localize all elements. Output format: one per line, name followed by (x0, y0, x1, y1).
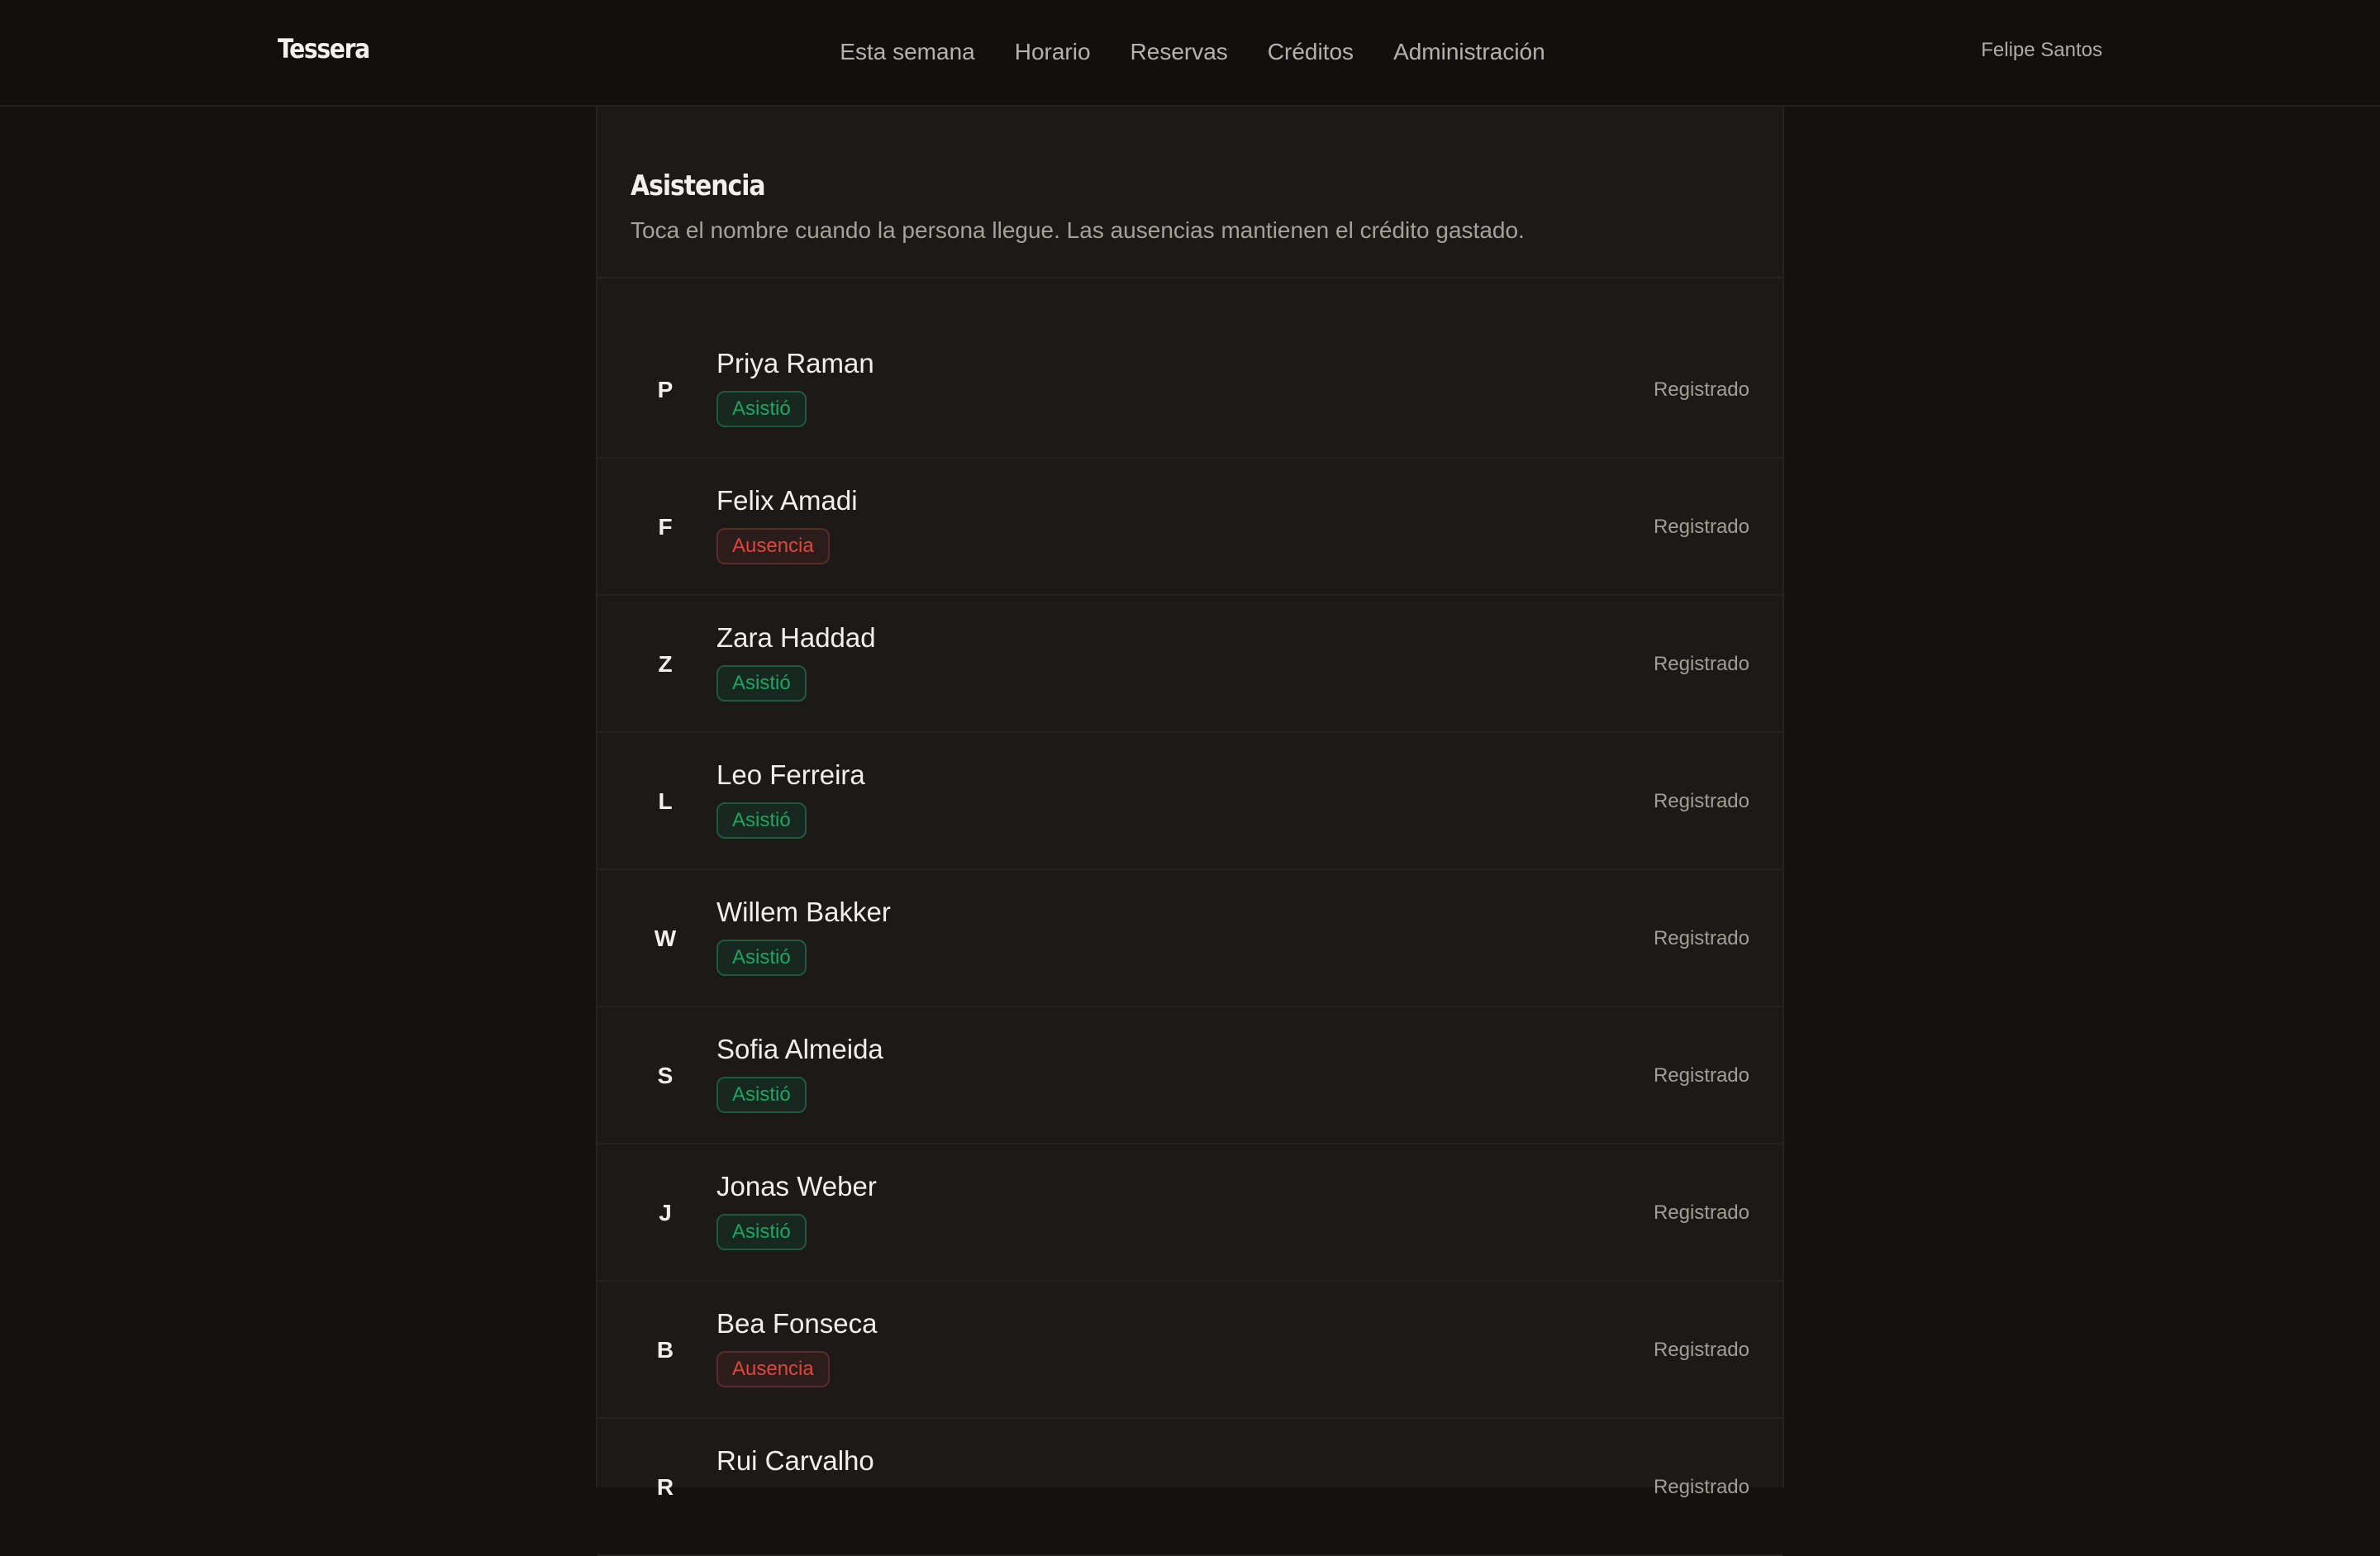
attendee-name[interactable]: Leo Ferreira (716, 758, 865, 792)
attendee-row[interactable]: W Willem Bakker Asistió Registrado (597, 870, 1783, 1007)
checkin-state: Registrado (1653, 927, 1749, 949)
status-badge-attended[interactable]: Asistió (716, 665, 807, 702)
attendee-row[interactable]: L Leo Ferreira Asistió Registrado (597, 733, 1783, 870)
nav-item-administracion[interactable]: Administración (1393, 36, 1545, 68)
avatar-initial: S (657, 1063, 674, 1088)
nav-item-horario[interactable]: Horario (1015, 36, 1091, 68)
attendee-name[interactable]: Bea Fonseca (716, 1306, 877, 1341)
status-badge-attended[interactable]: Asistió (716, 391, 807, 427)
page-subtitle: Toca el nombre cuando la persona llegue.… (631, 217, 1525, 243)
checkin-state: Registrado (1653, 516, 1749, 538)
attendee-name[interactable]: Jonas Weber (716, 1169, 877, 1204)
status-badge-attended[interactable]: Asistió (716, 1214, 807, 1250)
status-badge-attended[interactable]: Asistió (716, 1077, 807, 1113)
attendee-name[interactable]: Sofia Almeida (716, 1032, 883, 1067)
attendee-name[interactable]: Zara Haddad (716, 621, 876, 655)
attendee-name[interactable]: Rui Carvalho (716, 1444, 874, 1478)
checkin-state: Registrado (1653, 1339, 1749, 1361)
attendee-row[interactable]: Z Zara Haddad Asistió Registrado (597, 596, 1783, 733)
attendee-row[interactable]: R Rui Carvalho Registrado (597, 1419, 1783, 1556)
checkin-state: Registrado (1653, 378, 1749, 401)
avatar-initial: Z (658, 651, 673, 677)
attendee-name[interactable]: Willem Bakker (716, 895, 891, 930)
avatar-initial: P (657, 377, 674, 402)
status-badge-attended[interactable]: Asistió (716, 940, 807, 976)
nav-item-creditos[interactable]: Créditos (1268, 36, 1354, 68)
nav-item-esta-semana[interactable]: Esta semana (840, 36, 974, 68)
attendee-row[interactable]: P Priya Raman Asistió Registrado (597, 321, 1783, 459)
status-badge-absent[interactable]: Ausencia (716, 528, 830, 564)
avatar-initial: B (656, 1337, 674, 1363)
attendee-row[interactable]: S Sofia Almeida Asistió Registrado (597, 1007, 1783, 1144)
status-badge-absent[interactable]: Ausencia (716, 1351, 830, 1387)
attendance-list: P Priya Raman Asistió Registrado F Felix… (597, 321, 1783, 1556)
checkin-state: Registrado (1653, 1201, 1749, 1224)
avatar-initial: L (658, 788, 673, 814)
checkin-state: Registrado (1653, 1064, 1749, 1087)
avatar-initial: W (654, 926, 677, 951)
attendee-name[interactable]: Priya Raman (716, 346, 874, 381)
attendee-row[interactable]: J Jonas Weber Asistió Registrado (597, 1144, 1783, 1282)
top-navigation-bar: Tessera Esta semana Horario Reservas Cré… (0, 0, 2380, 107)
checkin-state: Registrado (1653, 653, 1749, 675)
avatar-initial: F (658, 514, 673, 540)
checkin-state: Registrado (1653, 790, 1749, 812)
status-badge-attended[interactable]: Asistió (716, 802, 807, 839)
attendee-row[interactable]: B Bea Fonseca Ausencia Registrado (597, 1282, 1783, 1419)
user-menu[interactable]: Felipe Santos (1981, 39, 2102, 62)
attendee-name[interactable]: Felix Amadi (716, 483, 858, 518)
avatar-initial: J (659, 1200, 672, 1225)
page-title: Asistencia (631, 169, 766, 202)
attendee-row[interactable]: F Felix Amadi Ausencia Registrado (597, 459, 1783, 596)
attendance-header: Asistencia Toca el nombre cuando la pers… (597, 107, 1783, 278)
avatar-initial: R (656, 1474, 674, 1500)
attendance-panel: Asistencia Toca el nombre cuando la pers… (596, 107, 1784, 1556)
nav-item-reservas[interactable]: Reservas (1130, 36, 1228, 68)
checkin-state: Registrado (1653, 1476, 1749, 1498)
